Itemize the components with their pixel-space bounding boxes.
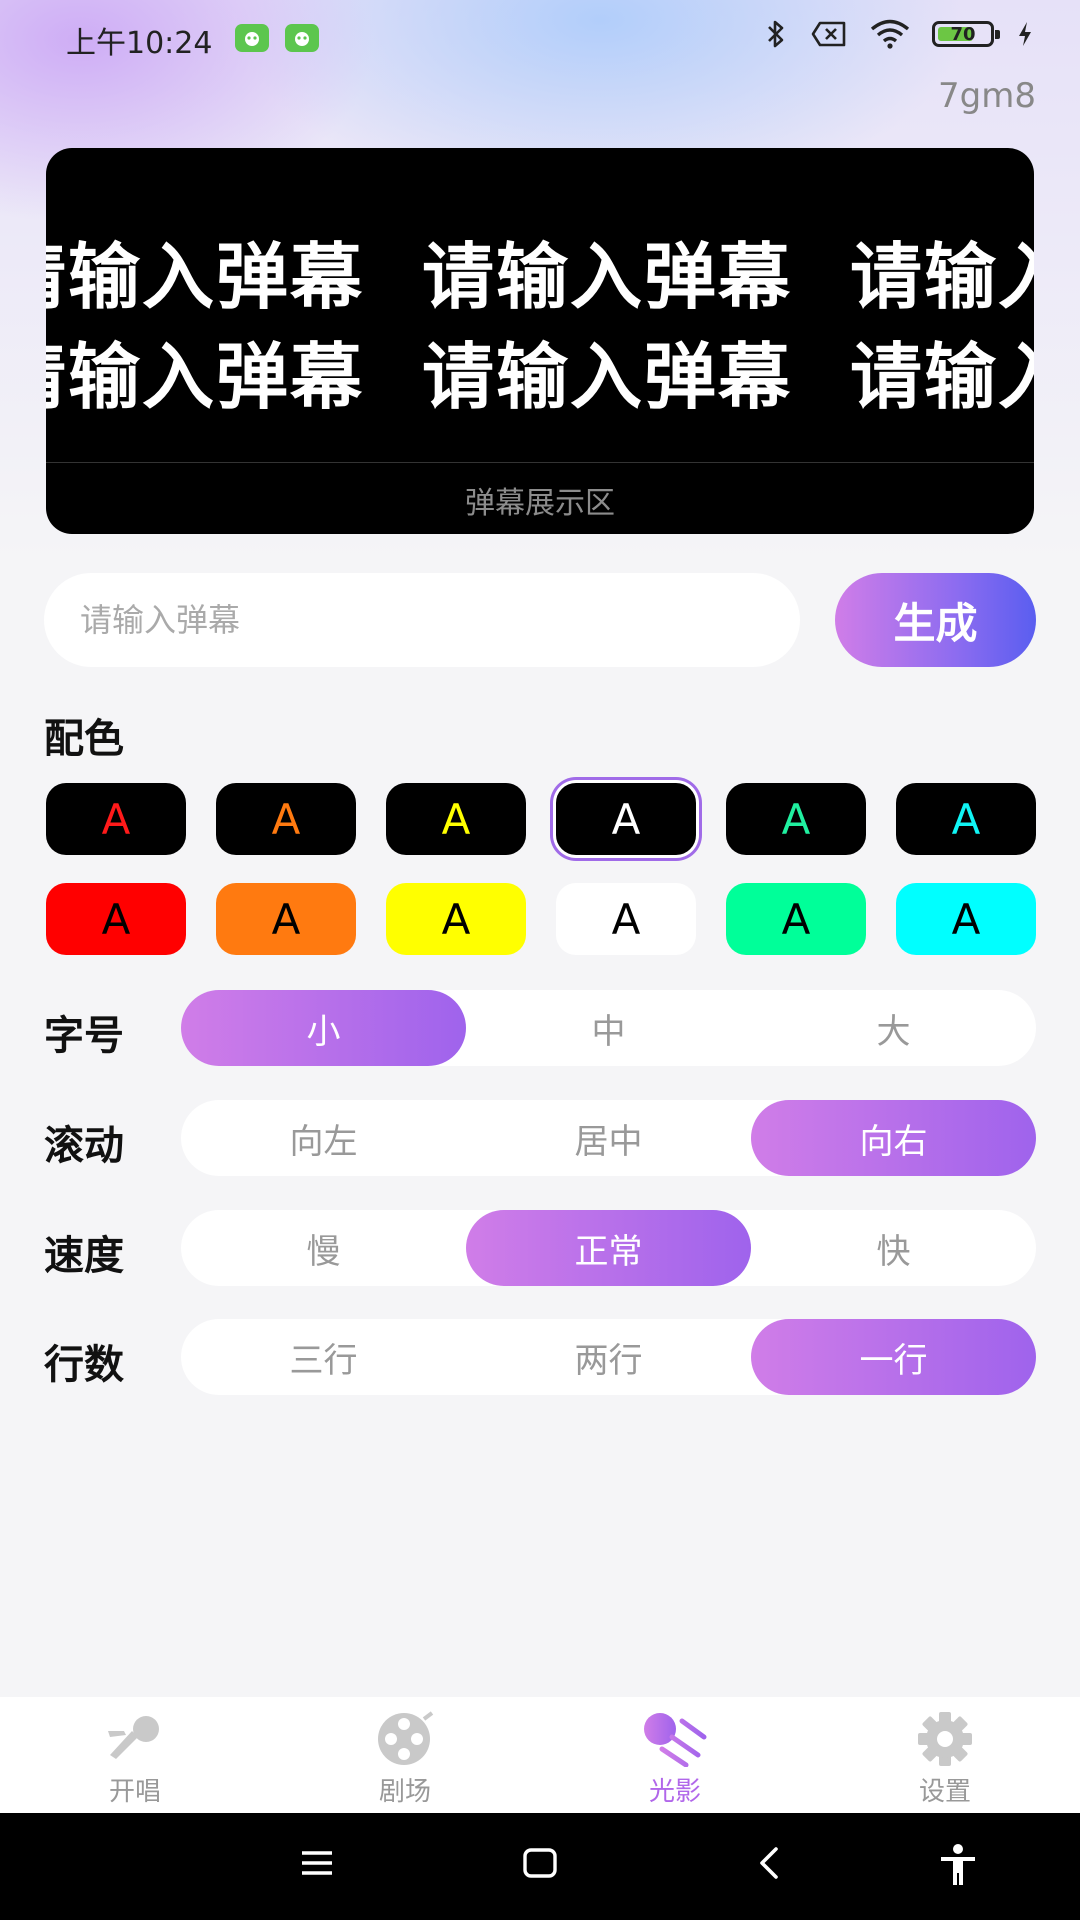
bluetooth-icon bbox=[768, 20, 784, 48]
color-swatch[interactable]: A bbox=[726, 783, 866, 855]
segment-option[interactable]: 居中 bbox=[466, 1100, 751, 1176]
danmaku-scroll-line: 请输入弹幕请输入弹幕请输入弹幕 bbox=[46, 218, 1034, 323]
generate-button[interactable]: 生成 bbox=[835, 573, 1036, 667]
segment-option[interactable]: 一行 bbox=[751, 1319, 1036, 1395]
tab-theater[interactable]: 剧场 bbox=[270, 1697, 540, 1813]
font-size-label: 字号 bbox=[44, 1013, 124, 1059]
segment-option[interactable]: 向右 bbox=[751, 1100, 1036, 1176]
segment-option[interactable]: 慢 bbox=[181, 1210, 466, 1286]
color-swatch[interactable]: A bbox=[896, 783, 1036, 855]
color-swatch[interactable]: A bbox=[386, 783, 526, 855]
gear-icon bbox=[918, 1712, 972, 1766]
color-swatch[interactable]: A bbox=[216, 783, 356, 855]
accessibility-icon[interactable] bbox=[938, 1843, 978, 1887]
danmaku-text: 请输入弹幕 bbox=[850, 235, 1034, 319]
color-swatch[interactable]: A bbox=[556, 883, 696, 955]
tab-label: 剧场 bbox=[378, 1777, 431, 1807]
segment-option[interactable]: 大 bbox=[751, 990, 1036, 1066]
segment-option[interactable]: 两行 bbox=[466, 1319, 751, 1395]
color-swatch[interactable]: A bbox=[896, 883, 1036, 955]
speed-label: 速度 bbox=[44, 1233, 124, 1279]
segment-option[interactable]: 向左 bbox=[181, 1100, 466, 1176]
danmaku-text: 请输入弹幕 bbox=[422, 335, 793, 419]
light-beam-icon bbox=[644, 1713, 707, 1767]
font-size-selector: 小中大 bbox=[181, 990, 1036, 1066]
danmaku-text-input[interactable] bbox=[44, 573, 800, 667]
danmaku-text: 请输入弹幕 bbox=[46, 235, 365, 319]
speed-selector: 慢正常快 bbox=[181, 1210, 1036, 1286]
danmaku-text: 请输入弹幕 bbox=[46, 335, 365, 419]
display-caption: 弹幕展示区 bbox=[465, 486, 615, 521]
menu-icon[interactable] bbox=[300, 1843, 334, 1883]
status-time: 上午10:24 bbox=[66, 26, 213, 61]
system-navigation-bar bbox=[0, 1813, 1080, 1920]
danmaku-scroll-line: 请输入弹幕请输入弹幕请输入弹幕 bbox=[46, 318, 1034, 423]
color-swatch[interactable]: A bbox=[216, 883, 356, 955]
color-scheme-label: 配色 bbox=[44, 716, 124, 762]
color-swatch[interactable]: A bbox=[726, 883, 866, 955]
bottom-tab-bar: 开唱 剧场 光影 设置 bbox=[0, 1697, 1080, 1813]
scroll-direction-label: 滚动 bbox=[44, 1123, 124, 1169]
tab-label: 光影 bbox=[648, 1777, 701, 1807]
charging-bolt-icon bbox=[1019, 22, 1031, 46]
battery-indicator: 70 bbox=[932, 21, 1000, 47]
microphone-icon bbox=[108, 1716, 159, 1759]
segment-option[interactable]: 小 bbox=[181, 990, 466, 1066]
color-swatch[interactable]: A bbox=[556, 783, 696, 855]
tab-light[interactable]: 光影 bbox=[540, 1697, 810, 1813]
danmaku-text: 请输入弹幕 bbox=[422, 235, 793, 319]
segment-option[interactable]: 中 bbox=[466, 990, 751, 1066]
app-notification-icon bbox=[235, 24, 269, 52]
no-sim-icon bbox=[811, 21, 846, 47]
tab-settings[interactable]: 设置 bbox=[810, 1697, 1080, 1813]
room-code-label[interactable]: 7gm8 bbox=[938, 76, 1036, 116]
status-bar: 上午10:24 70 bbox=[0, 0, 1080, 78]
wifi-icon bbox=[870, 19, 910, 49]
danmaku-display-area: 请输入弹幕请输入弹幕请输入弹幕 请输入弹幕请输入弹幕请输入弹幕 弹幕展示区 bbox=[46, 148, 1034, 534]
home-icon[interactable] bbox=[522, 1843, 558, 1883]
line-count-label: 行数 bbox=[44, 1342, 124, 1388]
back-icon[interactable] bbox=[756, 1843, 782, 1883]
tab-sing[interactable]: 开唱 bbox=[0, 1697, 270, 1813]
danmaku-text: 请输入弹幕 bbox=[850, 335, 1034, 419]
app-notification-icon bbox=[285, 24, 319, 52]
segment-option[interactable]: 三行 bbox=[181, 1319, 466, 1395]
segment-option[interactable]: 正常 bbox=[466, 1210, 751, 1286]
tab-label: 设置 bbox=[918, 1777, 971, 1807]
line-count-selector: 三行 两行 一行 bbox=[181, 1319, 1036, 1395]
film-reel-icon bbox=[378, 1711, 434, 1765]
color-swatch[interactable]: A bbox=[386, 883, 526, 955]
display-divider bbox=[46, 462, 1034, 463]
color-swatch[interactable]: A bbox=[46, 883, 186, 955]
battery-percent: 70 bbox=[950, 23, 976, 45]
color-swatch[interactable]: A bbox=[46, 783, 186, 855]
segment-option[interactable]: 快 bbox=[751, 1210, 1036, 1286]
scroll-direction-selector: 向左 居中 向右 bbox=[181, 1100, 1036, 1176]
tab-label: 开唱 bbox=[108, 1777, 161, 1807]
